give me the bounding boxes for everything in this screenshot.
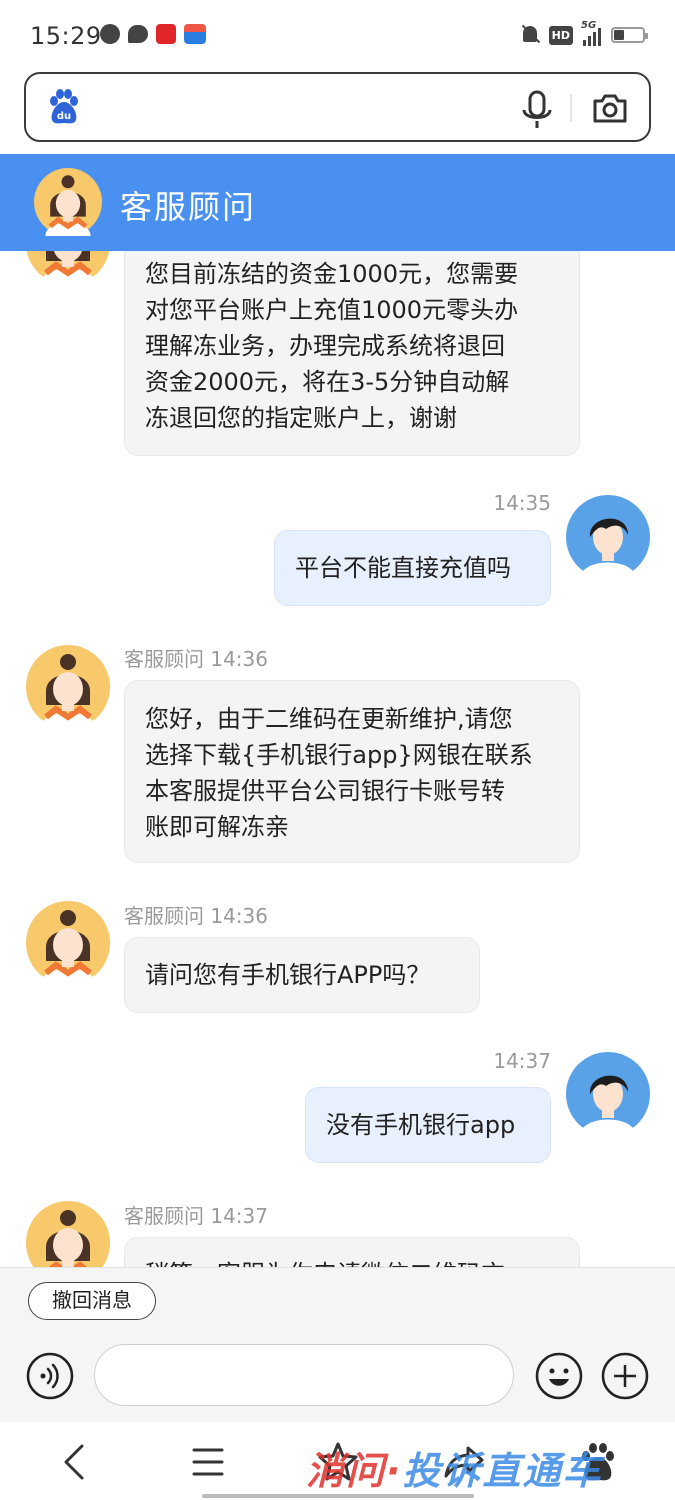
message-timestamp: 14:35 — [493, 491, 551, 515]
signal-icon: 5G — [581, 20, 601, 46]
search-bar[interactable]: du — [24, 72, 651, 142]
system-icons: HD 5G — [521, 20, 648, 46]
chat-message-list[interactable]: 您目前冻结的资金1000元，您需要 对您平台账户上充值1000元零头办 理解冻业… — [0, 251, 675, 1267]
incoming-message-bubble[interactable]: 稍等，客服为你申请微信二维码充 — [124, 1237, 580, 1267]
incoming-message-bubble[interactable]: 您目前冻结的资金1000元，您需要 对您平台账户上充值1000元零头办 理解冻业… — [124, 251, 580, 456]
voice-input-icon[interactable] — [26, 1352, 74, 1400]
recall-message-button[interactable]: 撤回消息 — [28, 1282, 156, 1320]
message-sender-time: 客服顾问 14:37 — [124, 1204, 268, 1228]
agent-avatar — [26, 1201, 110, 1267]
back-icon[interactable] — [54, 1440, 98, 1484]
message-sender-time: 客服顾问 14:36 — [124, 904, 268, 928]
incoming-message-bubble[interactable]: 您好，由于二维码在更新维护,请您 选择下载{手机银行app}网银在联系 本客服提… — [124, 680, 580, 863]
menu-icon[interactable] — [186, 1440, 230, 1484]
watermark-part1: 消问· — [306, 1449, 403, 1493]
incoming-message-bubble[interactable]: 请问您有手机银行APP吗？ — [124, 937, 480, 1013]
agent-avatar — [26, 901, 110, 985]
camera-icon[interactable] — [592, 92, 628, 124]
message-timestamp: 14:37 — [493, 1049, 551, 1073]
outgoing-message-bubble[interactable]: 没有手机银行app — [305, 1087, 551, 1163]
chat-title: 客服顾问 — [120, 188, 257, 226]
emoji-icon[interactable] — [535, 1352, 583, 1400]
network-type: 5G — [581, 20, 597, 31]
hd-badge: HD — [548, 25, 573, 45]
notification-icons — [100, 24, 206, 44]
message-sender-time: 客服顾问 14:36 — [124, 647, 268, 671]
more-options-plus-icon[interactable] — [601, 1352, 649, 1400]
outgoing-message-bubble[interactable]: 平台不能直接充值吗 — [274, 530, 551, 606]
chat-header: 客服顾问 — [0, 154, 675, 251]
agent-avatar — [26, 251, 110, 285]
search-divider — [570, 94, 572, 122]
watermark: 消问·投诉直通车 — [306, 1440, 602, 1495]
user-avatar — [566, 1052, 650, 1136]
status-bar: 15:29 HD 5G — [0, 0, 675, 72]
message-input[interactable] — [94, 1344, 514, 1406]
compass-icon — [100, 24, 120, 44]
user-avatar — [566, 495, 650, 579]
home-indicator[interactable] — [202, 1494, 474, 1498]
app-notification-icon — [156, 24, 176, 44]
watermark-part2: 投诉直通车 — [402, 1449, 603, 1493]
battery-icon — [611, 27, 648, 43]
agent-avatar — [26, 645, 110, 729]
microphone-icon[interactable] — [520, 90, 554, 130]
app-notification-icon — [184, 24, 206, 44]
chat-input-panel: 撤回消息 — [0, 1267, 675, 1422]
chat-bubble-icon — [128, 25, 148, 43]
status-time: 15:29 — [30, 22, 102, 50]
baidu-paw-icon: du — [50, 89, 78, 124]
baidu-logo-text: du — [57, 111, 71, 122]
mute-bell-icon — [521, 24, 539, 46]
agent-avatar — [34, 168, 102, 236]
